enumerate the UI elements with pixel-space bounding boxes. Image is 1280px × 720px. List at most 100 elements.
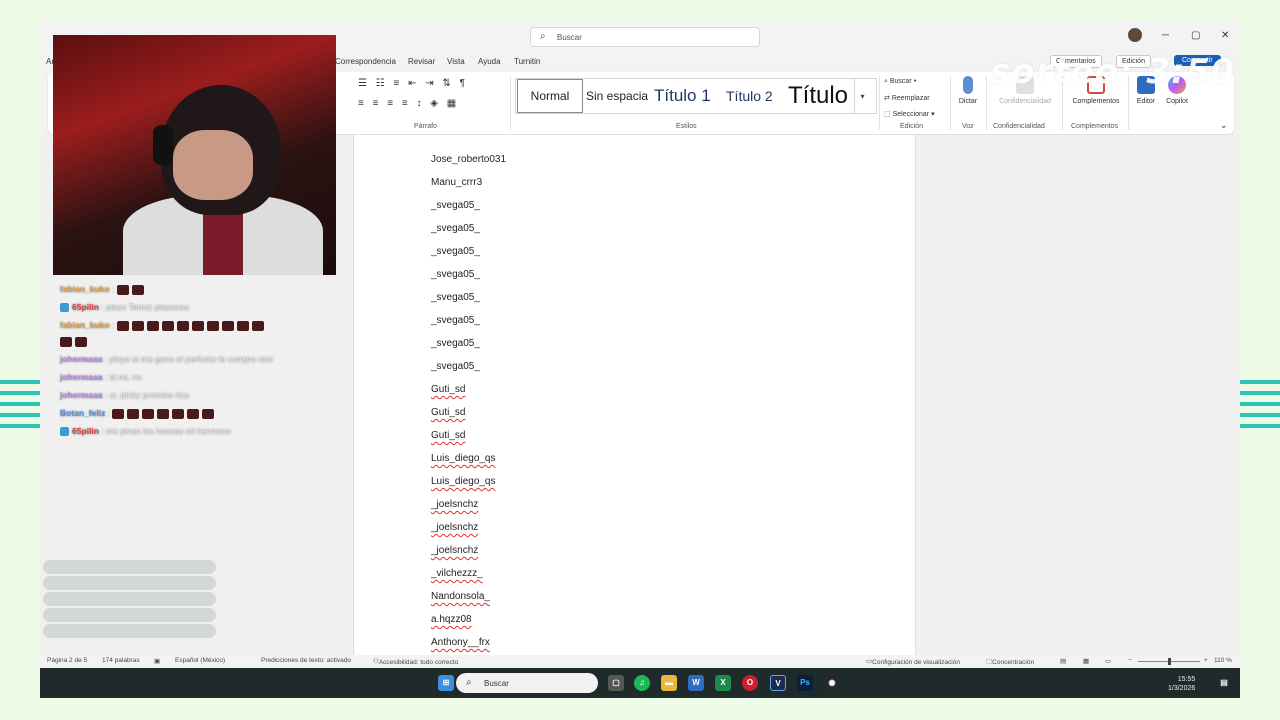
zoom-in-button[interactable]: + xyxy=(1204,657,1208,664)
document-line[interactable]: Guti_sd xyxy=(431,430,465,441)
document-line[interactable]: _svega05_ xyxy=(431,246,480,257)
opera-icon[interactable]: O xyxy=(742,675,758,691)
style-titulo-2[interactable]: Título 2 xyxy=(726,79,773,113)
chat-text: : si, pinky promise rica xyxy=(104,390,189,400)
list-buttons-row[interactable]: ☰ ☷ ≡ ⇤ ⇥ ⇅ ¶ xyxy=(358,78,468,89)
focus-mode[interactable]: ⬚ Concentración xyxy=(986,657,1034,666)
close-button[interactable]: ✕ xyxy=(1221,30,1229,41)
document-line[interactable]: Nandonsola_ xyxy=(431,591,490,602)
tab-correspondencia[interactable]: Correspondencia xyxy=(335,57,396,66)
language-indicator[interactable]: Español (México) xyxy=(175,657,225,664)
emote-icon xyxy=(161,320,174,331)
chat-message: 65pilin : playo Terrez playaaaa xyxy=(60,302,189,313)
word-icon[interactable]: W xyxy=(688,675,704,691)
document-line[interactable]: _svega05_ xyxy=(431,200,480,211)
document-line[interactable]: _svega05_ xyxy=(431,269,480,280)
search-icon: ⌕ xyxy=(540,31,546,42)
reemplazar-button[interactable]: ⇄ Reemplazar xyxy=(884,94,930,102)
document-line[interactable]: _svega05_ xyxy=(431,223,480,234)
taskbar: ⊞ ⌕ Buscar ▢ ♫ ▬ W X O V Ps ◉ 15:55 1/3/… xyxy=(40,668,1240,698)
file-explorer-icon[interactable]: ▬ xyxy=(661,675,677,691)
collapse-ribbon-icon[interactable]: ⌄ xyxy=(1220,120,1228,131)
avatar[interactable] xyxy=(1128,28,1142,42)
document-line[interactable]: Guti_sd xyxy=(431,384,465,395)
zoom-out-button[interactable]: − xyxy=(1128,657,1132,664)
document-line[interactable]: Jose_roberto031 xyxy=(431,154,506,165)
copilot-label: Copilot xyxy=(1166,98,1188,105)
read-mode-icon[interactable]: ▤ xyxy=(1060,657,1066,665)
document-line[interactable]: _svega05_ xyxy=(431,315,480,326)
emote-icon xyxy=(236,320,249,331)
taskbar-search[interactable]: ⌕ Buscar xyxy=(456,673,598,693)
document-line[interactable]: _vilchezzz_ xyxy=(431,568,483,579)
zoom-slider-thumb[interactable] xyxy=(1168,658,1171,665)
chat-username[interactable]: fabian_kuko xyxy=(60,320,110,330)
vegas-icon[interactable]: V xyxy=(770,675,786,691)
dictar-label: Dictar xyxy=(958,98,978,105)
word-count[interactable]: 174 palabras xyxy=(102,657,140,664)
excel-icon[interactable]: X xyxy=(715,675,731,691)
taskbar-clock[interactable]: 15:55 1/3/2026 xyxy=(1168,675,1195,693)
display-settings[interactable]: ▭ Configuración de visualización xyxy=(866,657,960,666)
maximize-button[interactable]: ▢ xyxy=(1191,30,1200,41)
faded-item xyxy=(43,592,216,606)
emote-icon xyxy=(172,408,185,419)
buscar-button[interactable]: ⌕ Buscar ▾ xyxy=(884,78,917,86)
page-indicator[interactable]: Página 2 de 5 xyxy=(47,657,87,664)
obs-icon[interactable]: ◉ xyxy=(824,675,840,691)
right-stripes xyxy=(1240,380,1280,435)
notification-icon[interactable]: ▤ xyxy=(1216,675,1232,691)
chat-username[interactable]: 65pilin xyxy=(72,302,99,312)
task-view-icon[interactable]: ▢ xyxy=(608,675,624,691)
style-normal[interactable]: Normal xyxy=(517,79,583,113)
spotify-icon[interactable]: ♫ xyxy=(634,675,650,691)
emote-icon xyxy=(202,408,215,419)
minimize-button[interactable]: ─ xyxy=(1162,30,1169,41)
emote-icon xyxy=(60,336,72,347)
text-predictions[interactable]: Predicciones de texto: activado xyxy=(261,657,351,664)
document-line[interactable]: _joelsnchz xyxy=(431,545,478,556)
chat-username[interactable]: fabian_kuko xyxy=(60,284,110,294)
title-search-box[interactable]: ⌕ Buscar xyxy=(530,27,760,47)
document-line[interactable]: _svega05_ xyxy=(431,292,480,303)
chat-username[interactable]: Botan_feliz xyxy=(60,408,105,418)
document-line[interactable]: _svega05_ xyxy=(431,361,480,372)
chat-username[interactable]: johermaaa xyxy=(60,390,103,400)
document-line[interactable]: _joelsnchz xyxy=(431,499,478,510)
document-line[interactable]: a.hqzz08 xyxy=(431,614,472,625)
document-line[interactable]: Manu_crrr3 xyxy=(431,177,482,188)
tab-turnitin[interactable]: Turnitin xyxy=(514,57,540,66)
tab-revisar[interactable]: Revisar xyxy=(408,57,435,66)
align-buttons-row[interactable]: ≡ ≡ ≡ ≡ ↕ ◈ ▦ xyxy=(358,98,459,109)
chat-message: fabian_kuko : xyxy=(60,320,267,331)
zoom-level[interactable]: 110 % xyxy=(1214,657,1232,664)
styles-more-button[interactable]: ▾ xyxy=(854,78,870,114)
chat-username[interactable]: johermaaa xyxy=(60,372,103,382)
style-sin-espacio[interactable]: Sin espacia xyxy=(586,79,648,113)
badge-icon xyxy=(60,427,69,437)
web-layout-icon[interactable]: ▭ xyxy=(1105,657,1111,665)
accessibility-status[interactable]: ⚇ Accesibilidad: todo correcto xyxy=(373,657,458,666)
seleccionar-button[interactable]: ⬚ Seleccionar ▾ xyxy=(884,110,935,118)
status-bar: Página 2 de 5 174 palabras ▣ Español (Mé… xyxy=(40,655,1240,667)
confidencialidad-btn-label: Confidencialidad xyxy=(999,98,1051,105)
dictar-button[interactable]: Dictar xyxy=(956,76,980,105)
print-layout-icon[interactable]: ▦ xyxy=(1083,657,1089,665)
document-line[interactable]: Anthony__frx xyxy=(431,637,490,648)
windows-start-icon[interactable]: ⊞ xyxy=(438,675,454,691)
document-line[interactable]: _svega05_ xyxy=(431,338,480,349)
proofing-icon[interactable]: ▣ xyxy=(154,657,160,665)
photoshop-icon[interactable]: Ps xyxy=(797,675,813,691)
tab-vista[interactable]: Vista xyxy=(447,57,465,66)
document-page[interactable]: Jose_roberto031 Manu_crrr3 _svega05_ _svega… xyxy=(353,135,916,655)
document-line[interactable]: Guti_sd xyxy=(431,407,465,418)
document-line[interactable]: _joelsnchz xyxy=(431,522,478,533)
chat-username[interactable]: johermaaa xyxy=(60,354,103,364)
chat-username[interactable]: 65pilin xyxy=(72,426,99,436)
estilos-group-label: Estilos xyxy=(676,123,697,130)
document-line[interactable]: Luis_diego_qs xyxy=(431,453,496,464)
tab-ayuda[interactable]: Ayuda xyxy=(478,57,501,66)
style-titulo-1[interactable]: Título 1 xyxy=(654,79,711,113)
style-titulo[interactable]: Título xyxy=(788,79,848,113)
document-line[interactable]: Luis_diego_qs xyxy=(431,476,496,487)
